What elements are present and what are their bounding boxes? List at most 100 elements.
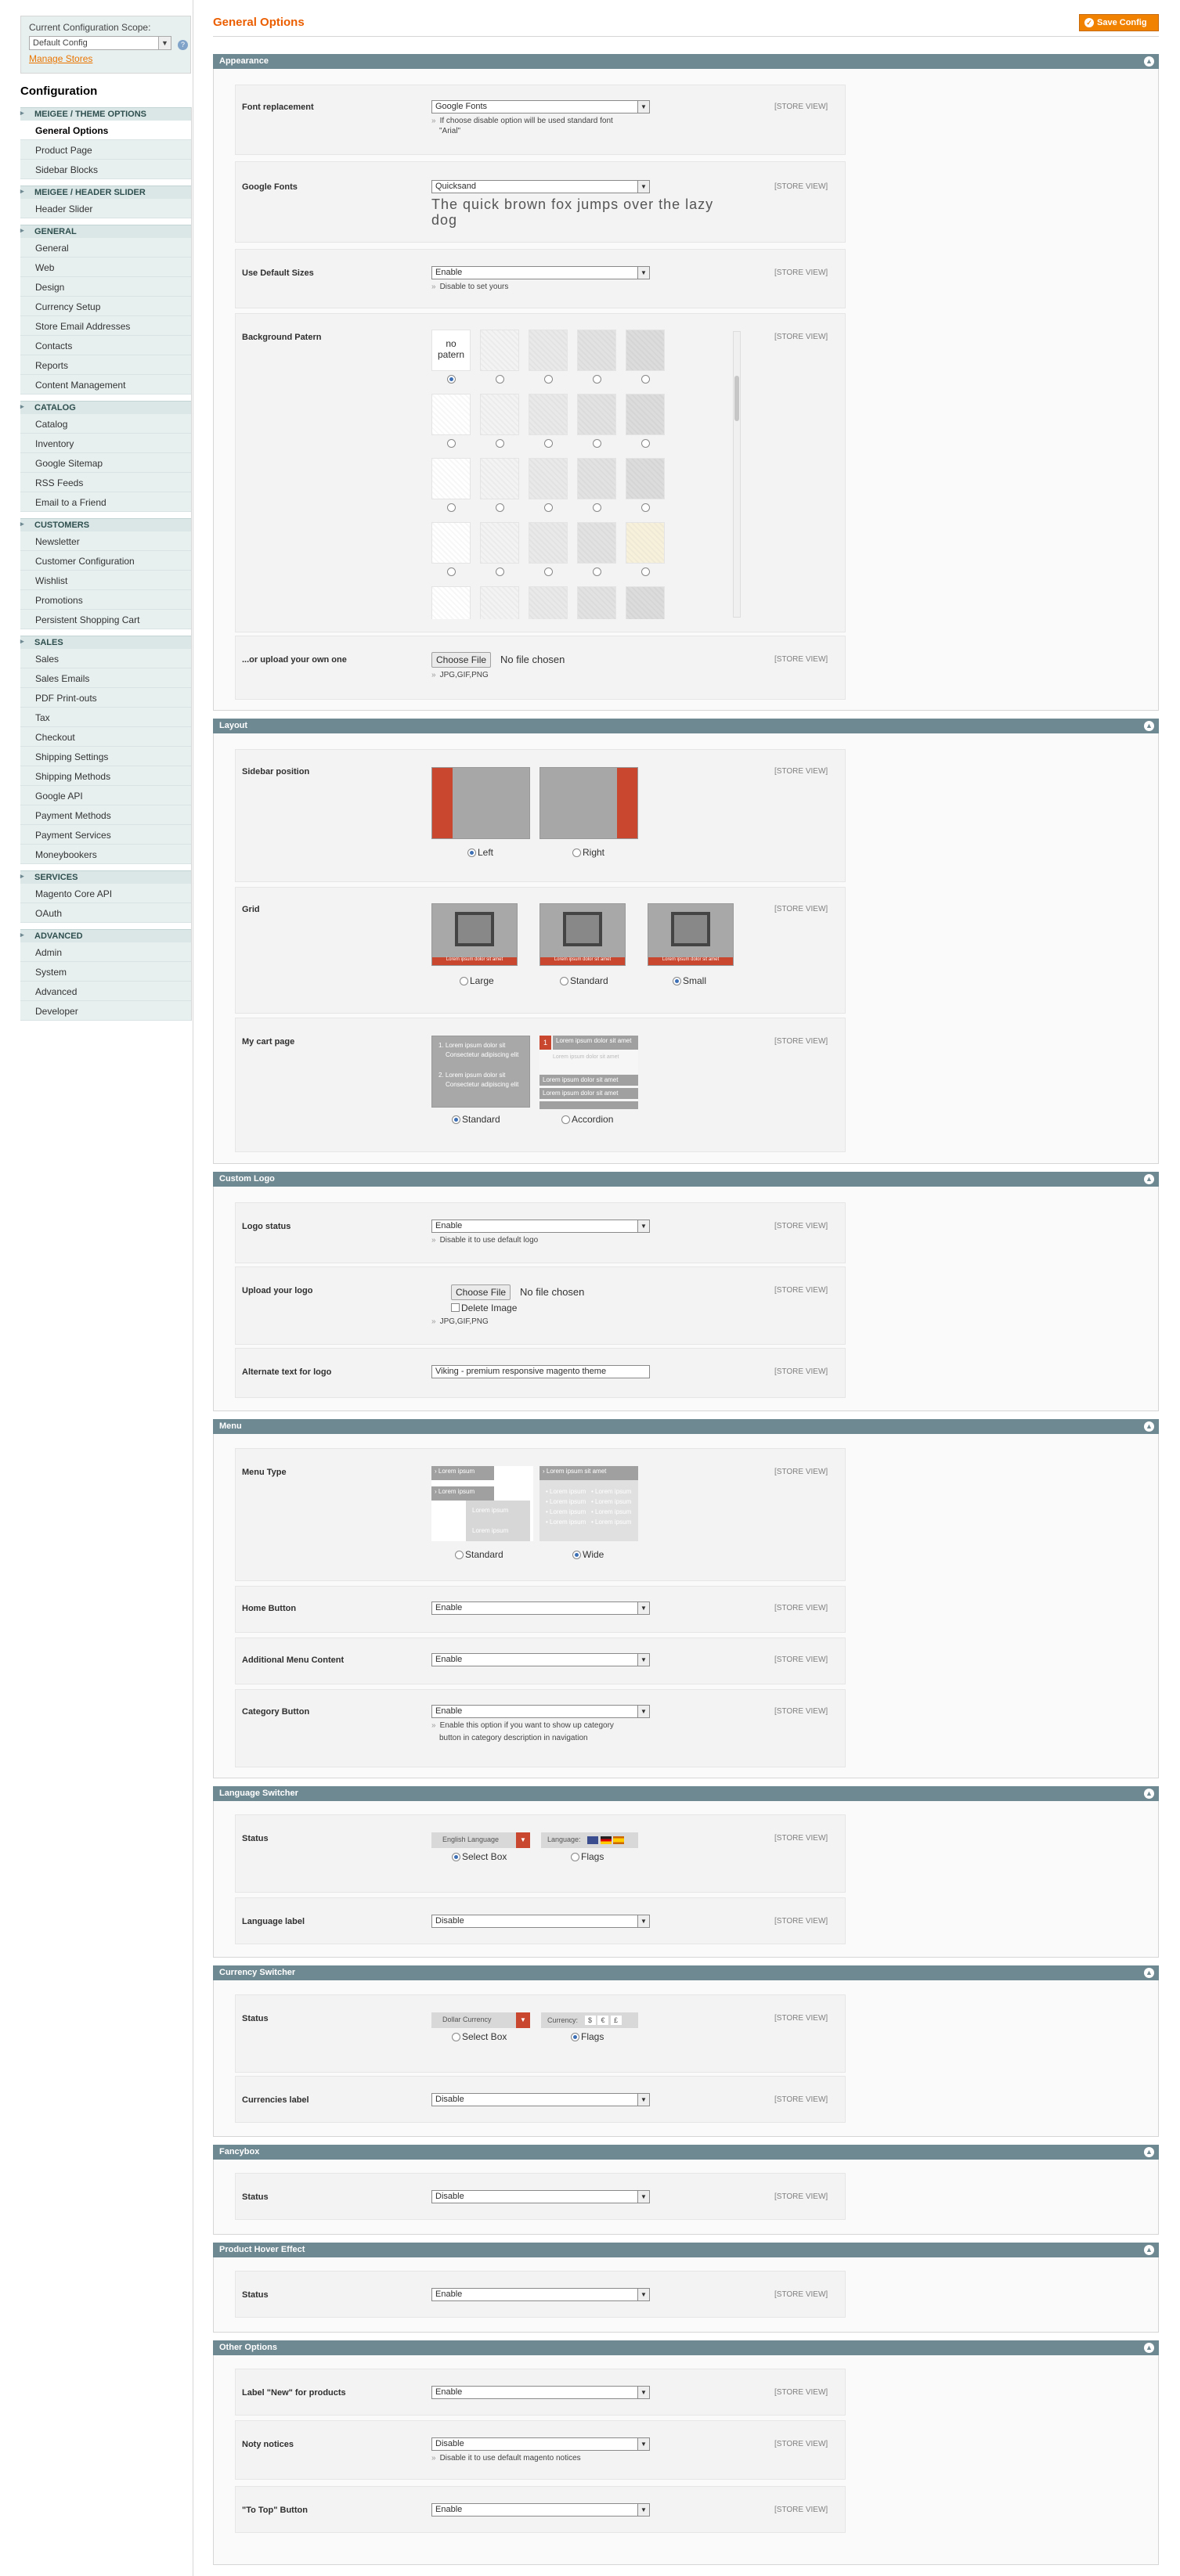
pattern-swatch[interactable]: [480, 586, 519, 619]
additional-menu-select[interactable]: Enable ▼: [431, 1653, 650, 1666]
sidebar-section-header[interactable]: Advanced: [20, 929, 191, 942]
logo-alt-input[interactable]: Viking - premium responsive magento them…: [431, 1365, 650, 1378]
section-currency-header[interactable]: Currency Switcher ▲: [213, 1965, 1159, 1980]
cart-accordion-preview[interactable]: 1 Lorem ipsum dolor sit amet Lorem ipsum…: [539, 1036, 638, 1109]
cart-standard-option[interactable]: Standard: [452, 1114, 500, 1125]
pattern-radio[interactable]: [447, 375, 456, 384]
radio[interactable]: [572, 848, 581, 857]
sidebar-item[interactable]: Admin: [20, 942, 191, 962]
label-new-select[interactable]: Enable ▼: [431, 2386, 650, 2399]
sidebar-item[interactable]: Shipping Settings: [20, 747, 191, 766]
sidebar-section-header[interactable]: Catalog: [20, 401, 191, 414]
section-hover-header[interactable]: Product Hover Effect ▲: [213, 2243, 1159, 2257]
pattern-swatch[interactable]: [577, 394, 616, 435]
menu-standard-preview[interactable]: › Lorem ipsum › Lorem ipsum Lorem ipsum L…: [431, 1466, 533, 1541]
pattern-swatch[interactable]: [626, 458, 665, 499]
cart-accordion-option[interactable]: Accordion: [561, 1114, 613, 1125]
noty-notices-select[interactable]: Disable ▼: [431, 2437, 650, 2451]
collapse-icon[interactable]: ▲: [1144, 2343, 1154, 2353]
currency-flags-preview[interactable]: Currency: $ € £: [541, 2012, 638, 2028]
pattern-radio[interactable]: [593, 503, 601, 512]
collapse-icon[interactable]: ▲: [1144, 1174, 1154, 1184]
pattern-radio[interactable]: [496, 439, 504, 448]
section-menu-header[interactable]: Menu ▲: [213, 1419, 1159, 1434]
cart-standard-preview[interactable]: 1. Lorem ipsum dolor sit Consectetur adip…: [431, 1036, 530, 1108]
checkbox[interactable]: [451, 1303, 460, 1313]
sidebar-section-header[interactable]: Customers: [20, 518, 191, 531]
pattern-radio[interactable]: [447, 567, 456, 576]
collapse-icon[interactable]: ▲: [1144, 1968, 1154, 1978]
pattern-swatch[interactable]: [626, 522, 665, 564]
pattern-swatch[interactable]: [480, 394, 519, 435]
home-button-select[interactable]: Enable ▼: [431, 1601, 650, 1615]
grid-large-option[interactable]: Large: [460, 975, 494, 986]
default-sizes-select[interactable]: Enable ▼: [431, 266, 650, 279]
logo-status-select[interactable]: Enable ▼: [431, 1220, 650, 1233]
language-flags-preview[interactable]: Language:: [541, 1832, 638, 1848]
collapse-icon[interactable]: ▲: [1144, 56, 1154, 67]
pattern-swatch[interactable]: [626, 394, 665, 435]
section-appearance-header[interactable]: Appearance ▲: [213, 54, 1159, 69]
sidebar-item[interactable]: Product Page: [20, 140, 191, 160]
choose-file-button[interactable]: Choose File: [431, 652, 492, 668]
sidebar-item[interactable]: Wishlist: [20, 571, 191, 590]
pattern-radio[interactable]: [496, 567, 504, 576]
sidebar-item[interactable]: Sales Emails: [20, 668, 191, 688]
pattern-swatch[interactable]: [577, 458, 616, 499]
pattern-swatch[interactable]: [529, 458, 568, 499]
sidebar-item[interactable]: Moneybookers: [20, 845, 191, 864]
pattern-scrollbar[interactable]: [733, 331, 741, 618]
section-logo-header[interactable]: Custom Logo ▲: [213, 1172, 1159, 1187]
sidebar-item[interactable]: Email to a Friend: [20, 492, 191, 512]
sidebar-item[interactable]: PDF Print-outs: [20, 688, 191, 708]
radio-selected[interactable]: [572, 1550, 581, 1559]
collapse-icon[interactable]: ▲: [1144, 2245, 1154, 2255]
radio[interactable]: [561, 1115, 570, 1124]
sidebar-section-header[interactable]: General: [20, 225, 191, 238]
radio[interactable]: [460, 976, 468, 985]
pattern-swatch[interactable]: no patern: [431, 330, 471, 371]
pattern-radio[interactable]: [496, 503, 504, 512]
pattern-radio[interactable]: [544, 439, 553, 448]
sidebar-item[interactable]: System: [20, 962, 191, 982]
menu-wide-option[interactable]: Wide: [572, 1549, 604, 1560]
pattern-radio[interactable]: [447, 439, 456, 448]
help-icon[interactable]: ?: [178, 40, 188, 50]
currency-label-select[interactable]: Disable ▼: [431, 2093, 650, 2106]
sidebar-item[interactable]: Contacts: [20, 336, 191, 355]
manage-stores-link[interactable]: Manage Stores: [29, 53, 182, 64]
sidebar-section-header[interactable]: Meigee / Theme Options: [20, 107, 191, 121]
radio[interactable]: [571, 1852, 579, 1861]
pattern-swatch[interactable]: [529, 394, 568, 435]
sidebar-item[interactable]: Content Management: [20, 375, 191, 395]
sidebar-right-preview[interactable]: [539, 767, 638, 839]
pattern-radio[interactable]: [544, 567, 553, 576]
google-fonts-select[interactable]: Quicksand ▼: [431, 180, 650, 193]
sidebar-item[interactable]: Store Email Addresses: [20, 316, 191, 336]
pattern-radio[interactable]: [544, 503, 553, 512]
sidebar-item[interactable]: Checkout: [20, 727, 191, 747]
pattern-radio[interactable]: [544, 375, 553, 384]
pattern-radio[interactable]: [641, 375, 650, 384]
sidebar-right-option[interactable]: Right: [572, 847, 604, 858]
radio-selected[interactable]: [452, 1115, 460, 1124]
to-top-select[interactable]: Enable ▼: [431, 2503, 650, 2517]
sidebar-item[interactable]: Sidebar Blocks: [20, 160, 191, 179]
sidebar-item[interactable]: Currency Setup: [20, 297, 191, 316]
font-replacement-select[interactable]: Google Fonts ▼: [431, 100, 650, 113]
sidebar-item[interactable]: RSS Feeds: [20, 473, 191, 492]
pattern-radio[interactable]: [641, 439, 650, 448]
sidebar-item[interactable]: Sales: [20, 649, 191, 668]
section-other-header[interactable]: Other Options ▲: [213, 2340, 1159, 2355]
sidebar-item[interactable]: Design: [20, 277, 191, 297]
currency-select-preview[interactable]: Dollar Currency ▼: [431, 2012, 530, 2028]
sidebar-item[interactable]: OAuth: [20, 903, 191, 923]
currency-selectbox-option[interactable]: Select Box: [452, 2031, 507, 2042]
sidebar-item[interactable]: General Options: [20, 121, 191, 140]
pattern-swatch[interactable]: [577, 330, 616, 371]
logo-choose-file-button[interactable]: Choose File: [451, 1284, 511, 1300]
pattern-swatch[interactable]: [529, 522, 568, 564]
section-language-header[interactable]: Language Switcher ▲: [213, 1786, 1159, 1801]
pattern-swatch[interactable]: [480, 458, 519, 499]
pattern-radio[interactable]: [641, 567, 650, 576]
